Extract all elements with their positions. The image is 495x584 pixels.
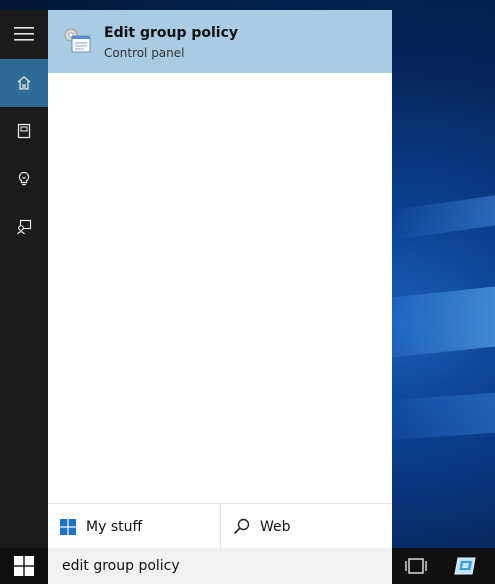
search-input[interactable]	[60, 557, 364, 575]
windows-logo-icon	[60, 518, 76, 535]
pinned-app-button[interactable]	[441, 548, 489, 584]
group-policy-icon	[64, 28, 91, 53]
feedback-icon	[17, 219, 32, 235]
notebook-button[interactable]	[0, 107, 48, 155]
notebook-icon	[17, 123, 31, 139]
home-icon	[17, 76, 31, 90]
hamburger-menu-button[interactable]	[0, 10, 48, 58]
windows-logo-icon	[14, 556, 34, 576]
my-stuff-label: My stuff	[86, 518, 143, 535]
start-button[interactable]	[0, 548, 48, 584]
task-view-button[interactable]	[392, 548, 440, 584]
taskbar	[0, 548, 495, 584]
search-scope-bar: My stuff Web	[48, 503, 392, 549]
search-icon	[233, 518, 250, 535]
web-label: Web	[260, 518, 291, 535]
search-box[interactable]	[48, 548, 392, 584]
task-view-icon	[405, 558, 427, 574]
lightbulb-icon	[18, 171, 30, 186]
result-title: Edit group policy	[104, 25, 239, 41]
desktop-wallpaper	[392, 10, 495, 548]
best-match-result[interactable]: Edit group policy Control panel	[48, 10, 392, 73]
result-subtitle: Control panel	[104, 46, 185, 60]
web-button[interactable]: Web	[221, 504, 392, 549]
my-stuff-button[interactable]: My stuff	[48, 504, 221, 549]
reminders-button[interactable]	[0, 155, 48, 203]
app-icon	[454, 557, 476, 575]
feedback-button[interactable]	[0, 203, 48, 251]
home-button[interactable]	[0, 59, 48, 107]
cortana-rail	[0, 10, 48, 548]
hamburger-menu-icon	[14, 27, 34, 41]
search-results-panel: Edit group policy Control panel My stuff	[48, 10, 392, 549]
